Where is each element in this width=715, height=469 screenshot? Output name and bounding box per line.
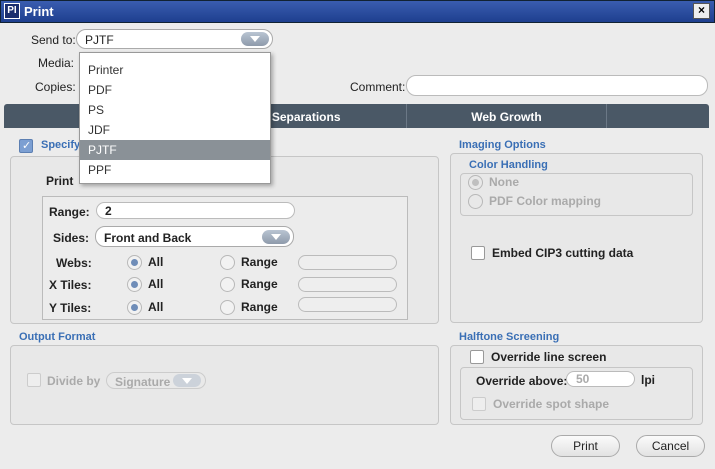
tab-web-growth[interactable]: Web Growth	[406, 104, 606, 128]
override-spot-checkbox[interactable]	[472, 397, 486, 411]
copies-label: Copies:	[35, 80, 76, 94]
divide-by-label: Divide by	[47, 374, 101, 388]
dropdown-item-ps[interactable]: PS	[80, 100, 270, 120]
range-input[interactable]: 2	[96, 202, 295, 219]
ytiles-range-input[interactable]	[298, 297, 397, 312]
close-button[interactable]: ×	[693, 3, 710, 19]
tab-empty[interactable]	[606, 104, 709, 128]
divide-by-select[interactable]: Signature	[106, 372, 206, 389]
specify-label: Specify	[41, 139, 81, 151]
print-label: Print	[46, 174, 74, 188]
webs-all-label: All	[148, 255, 164, 269]
xtiles-range-radio[interactable]	[220, 277, 235, 292]
webs-range-label: Range	[241, 255, 278, 269]
color-handling-title: Color Handling	[469, 159, 548, 171]
send-to-select[interactable]: PJTF	[76, 29, 273, 49]
chevron-down-icon[interactable]	[241, 32, 269, 46]
sides-select[interactable]: Front and Back	[95, 226, 294, 247]
specify-checkbox[interactable]	[19, 139, 33, 153]
comment-label: Comment:	[350, 80, 406, 94]
window-title: Print	[24, 4, 54, 19]
override-line-label: Override line screen	[491, 350, 607, 364]
webs-label: Webs:	[56, 256, 92, 270]
override-spot-label: Override spot shape	[493, 397, 610, 411]
ytiles-range-label: Range	[241, 300, 278, 314]
halftone-title: Halftone Screening	[459, 331, 560, 343]
divide-by-checkbox[interactable]	[27, 373, 41, 387]
embed-cip3-label: Embed CIP3 cutting data	[492, 246, 634, 260]
divide-by-value: Signature	[115, 375, 171, 389]
xtiles-all-label: All	[148, 277, 164, 291]
chevron-down-icon[interactable]	[262, 230, 290, 244]
dropdown-item-jdf[interactable]: JDF	[80, 120, 270, 140]
ytiles-all-radio[interactable]	[127, 300, 142, 315]
webs-range-radio[interactable]	[220, 255, 235, 270]
xtiles-label: X Tiles:	[49, 278, 92, 292]
override-above-input[interactable]: 50	[566, 371, 635, 387]
dropdown-item-printer[interactable]: Printer	[80, 60, 270, 80]
ytiles-label: Y Tiles:	[49, 301, 92, 315]
pdf-color-mapping-label: PDF Color mapping	[489, 194, 601, 208]
dropdown-item-pjtf[interactable]: PJTF	[80, 140, 270, 160]
embed-cip3-checkbox[interactable]	[471, 246, 485, 260]
webs-all-radio[interactable]	[127, 255, 142, 270]
range-label: Range:	[49, 205, 90, 219]
dropdown-item-ppf[interactable]: PPF	[80, 160, 270, 180]
chevron-down-icon[interactable]	[173, 374, 201, 387]
override-above-label: Override above:	[476, 374, 568, 388]
title-bar	[0, 0, 715, 23]
cancel-button[interactable]: Cancel	[636, 435, 705, 457]
dropdown-item-pdf[interactable]: PDF	[80, 80, 270, 100]
send-to-dropdown: Printer PDF PS JDF PJTF PPF	[79, 52, 271, 184]
app-icon: PI	[4, 3, 20, 19]
media-label: Media:	[38, 56, 75, 70]
xtiles-all-radio[interactable]	[127, 277, 142, 292]
comment-input[interactable]	[406, 75, 708, 96]
imaging-options-title: Imaging Options	[459, 139, 546, 151]
webs-range-input[interactable]	[298, 255, 397, 270]
none-label: None	[489, 175, 519, 189]
send-to-value: PJTF	[85, 33, 114, 47]
ytiles-all-label: All	[148, 300, 164, 314]
output-format-title: Output Format	[19, 331, 96, 343]
xtiles-range-label: Range	[241, 277, 278, 291]
sides-value: Front and Back	[104, 231, 192, 245]
xtiles-range-input[interactable]	[298, 277, 397, 292]
sides-label: Sides:	[53, 231, 90, 245]
override-line-checkbox[interactable]	[470, 350, 484, 364]
lpi-unit: lpi	[641, 373, 655, 387]
pdf-color-mapping-radio[interactable]	[468, 194, 483, 209]
send-to-label: Send to:	[31, 33, 76, 47]
ytiles-range-radio[interactable]	[220, 300, 235, 315]
none-radio[interactable]	[468, 175, 483, 190]
print-button[interactable]: Print	[551, 435, 620, 457]
